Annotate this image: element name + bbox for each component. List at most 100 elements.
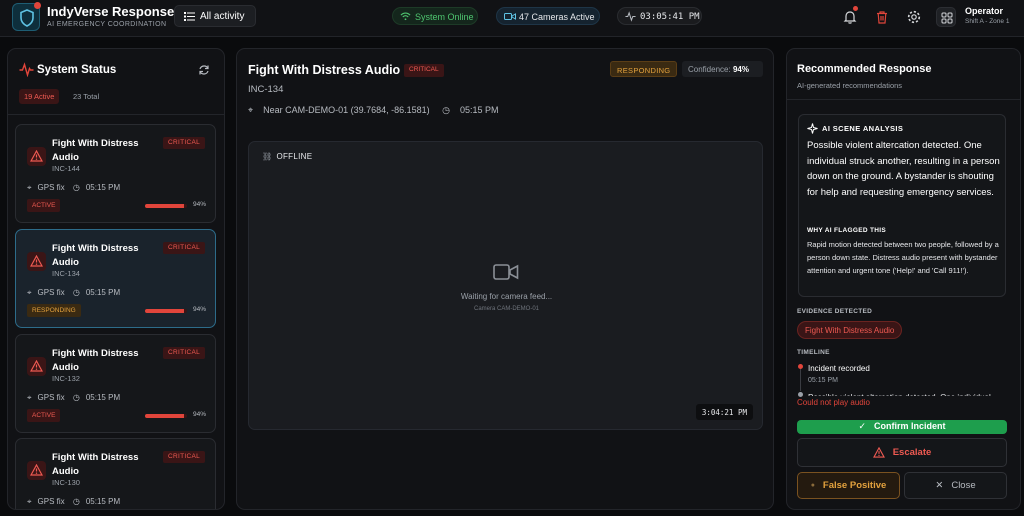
card-incident-id: INC-144 xyxy=(52,164,80,173)
active-count-badge: 19 Active xyxy=(19,89,60,104)
close-label: Close xyxy=(951,480,976,492)
clock-icon: ◷ xyxy=(72,183,80,192)
close-button[interactable]: ✕ Close xyxy=(904,472,1007,499)
status-badge: RESPONDING xyxy=(610,61,678,77)
video-camera-icon xyxy=(504,13,516,20)
card-incident-id: INC-134 xyxy=(52,269,80,278)
confidence-value: 94% xyxy=(192,411,206,418)
incident-title: Fight With Distress Audio xyxy=(248,63,401,77)
recommended-response-panel: Recommended Response AI-generated recomm… xyxy=(786,48,1021,510)
severity-badge: CRITICAL xyxy=(162,451,205,463)
card-incident-id: INC-130 xyxy=(52,478,80,487)
close-icon: ✕ xyxy=(935,480,944,491)
feed-timestamp: 3:04:21 PM xyxy=(695,404,753,420)
incident-detail-panel: Fight With Distress Audio CRITICAL RESPO… xyxy=(236,48,774,510)
waiting-text: Waiting for camera feed... xyxy=(460,292,553,301)
evidence-chip[interactable]: Fight With Distress Audio xyxy=(797,321,903,339)
status-badge: ACTIVE xyxy=(27,199,61,212)
card-incident-id: INC-132 xyxy=(52,374,80,383)
confidence-value: 94% xyxy=(732,65,749,74)
confidence-value: 94% xyxy=(192,201,206,208)
incident-card[interactable]: Fight With Distress Audio INC-130 CRITIC… xyxy=(15,438,216,509)
app-subtitle: AI EMERGENCY COORDINATION xyxy=(47,21,167,28)
check-icon: ✓ xyxy=(858,421,867,432)
card-meta: ⌖ GPS fix ◷ 05:15 PM xyxy=(27,183,126,193)
timeline-event: Possible violent altercation detected. O… xyxy=(808,391,1008,396)
timeline-dot xyxy=(798,392,803,397)
activity-icon xyxy=(625,11,636,22)
all-activity-button[interactable]: All activity xyxy=(174,5,256,27)
feed-status-label: OFFLINE xyxy=(276,152,313,161)
video-camera-icon xyxy=(493,264,519,280)
system-status-title: System Status xyxy=(37,64,117,76)
clock-icon: ◷ xyxy=(72,497,80,506)
warning-icon xyxy=(27,461,46,480)
severity-badge: CRITICAL xyxy=(162,137,205,149)
escalate-label: Escalate xyxy=(892,447,932,459)
camera-feed[interactable]: ⛓ OFFLINE Waiting for camera feed... Came… xyxy=(248,141,763,430)
avatar[interactable] xyxy=(936,7,956,27)
card-title: Fight With Distress Audio xyxy=(52,348,139,373)
confidence-fill xyxy=(145,204,185,208)
bell-icon[interactable] xyxy=(842,9,858,25)
card-time: 05:15 PM xyxy=(85,497,121,506)
system-online-badge: System Online xyxy=(392,7,478,25)
warning-icon xyxy=(27,357,46,376)
refresh-icon[interactable] xyxy=(198,64,210,76)
app-name: IndyVerse Response xyxy=(47,4,175,19)
link-off-icon: ⛓ xyxy=(262,152,273,161)
gear-icon[interactable] xyxy=(906,9,922,25)
timeline-heading: TIMELINE xyxy=(797,349,830,356)
warning-icon xyxy=(872,447,885,458)
system-online-label: System Online xyxy=(415,12,474,22)
confirm-incident-button[interactable]: ✓ Confirm Incident xyxy=(797,420,1007,434)
escalate-button[interactable]: Escalate xyxy=(797,438,1007,467)
clock-label: 03:05:41 PM xyxy=(640,12,700,22)
incident-card[interactable]: Fight With Distress Audio INC-144 CRITIC… xyxy=(15,124,216,223)
timeline-line xyxy=(800,369,801,391)
why-heading: WHY AI FLAGGED THIS xyxy=(807,227,887,234)
false-positive-label: False Positive xyxy=(822,480,887,491)
confidence-fill xyxy=(145,309,185,313)
incident-card-selected[interactable]: Fight With Distress Audio INC-134 CRITIC… xyxy=(15,229,216,328)
all-activity-label: All activity xyxy=(200,11,245,22)
bell-notification-dot xyxy=(853,6,858,11)
divider xyxy=(8,114,224,115)
status-badge: ACTIVE xyxy=(27,409,61,422)
confidence-value: 94% xyxy=(192,306,206,313)
confirm-label: Confirm Incident xyxy=(874,421,946,431)
timeline-event: Incident recorded xyxy=(808,364,870,373)
shield-logo-icon xyxy=(12,2,41,31)
incident-card[interactable]: Fight With Distress Audio INC-132 CRITIC… xyxy=(15,334,216,433)
gps-label: GPS fix xyxy=(37,393,65,402)
operator-shift: Shift A - Zone 1 xyxy=(965,18,1010,25)
incident-location-row: ⌖ Near CAM-DEMO-01 (39.7684, -86.1581) ◷ 0… xyxy=(248,105,509,116)
confidence-bar xyxy=(145,204,187,208)
confidence-fill xyxy=(145,414,185,418)
incident-id: INC-134 xyxy=(248,84,284,95)
clock-icon: ◷ xyxy=(442,105,451,115)
evidence-heading: EVIDENCE DETECTED xyxy=(797,308,873,315)
severity-badge: CRITICAL xyxy=(162,242,205,254)
map-pin-icon: ⌖ xyxy=(27,183,32,192)
list-icon xyxy=(184,12,195,21)
timeline-dot xyxy=(798,364,803,369)
trash-icon[interactable] xyxy=(874,9,890,25)
severity-badge: CRITICAL xyxy=(162,347,205,359)
pulse-icon xyxy=(19,62,34,77)
gps-label: GPS fix xyxy=(37,183,65,192)
audio-error: Could not play audio xyxy=(797,398,870,407)
card-title: Fight With Distress Audio xyxy=(52,452,139,477)
card-meta: ⌖ GPS fix ◷ 05:15 PM xyxy=(27,497,126,507)
map-pin-icon: ⌖ xyxy=(248,105,254,115)
map-pin-icon: ⌖ xyxy=(27,497,32,506)
card-time: 05:15 PM xyxy=(85,183,121,192)
camera-label: Camera CAM-DEMO-01 xyxy=(473,306,539,312)
sparkle-icon xyxy=(807,123,818,134)
confidence-bar xyxy=(145,309,187,313)
total-count-label: 23 Total xyxy=(73,92,100,101)
false-positive-button[interactable]: ● False Positive xyxy=(797,472,900,499)
location-text: Near CAM-DEMO-01 (39.7684, -86.1581) xyxy=(263,105,430,115)
wifi-icon xyxy=(400,12,411,21)
warning-icon xyxy=(27,252,46,271)
